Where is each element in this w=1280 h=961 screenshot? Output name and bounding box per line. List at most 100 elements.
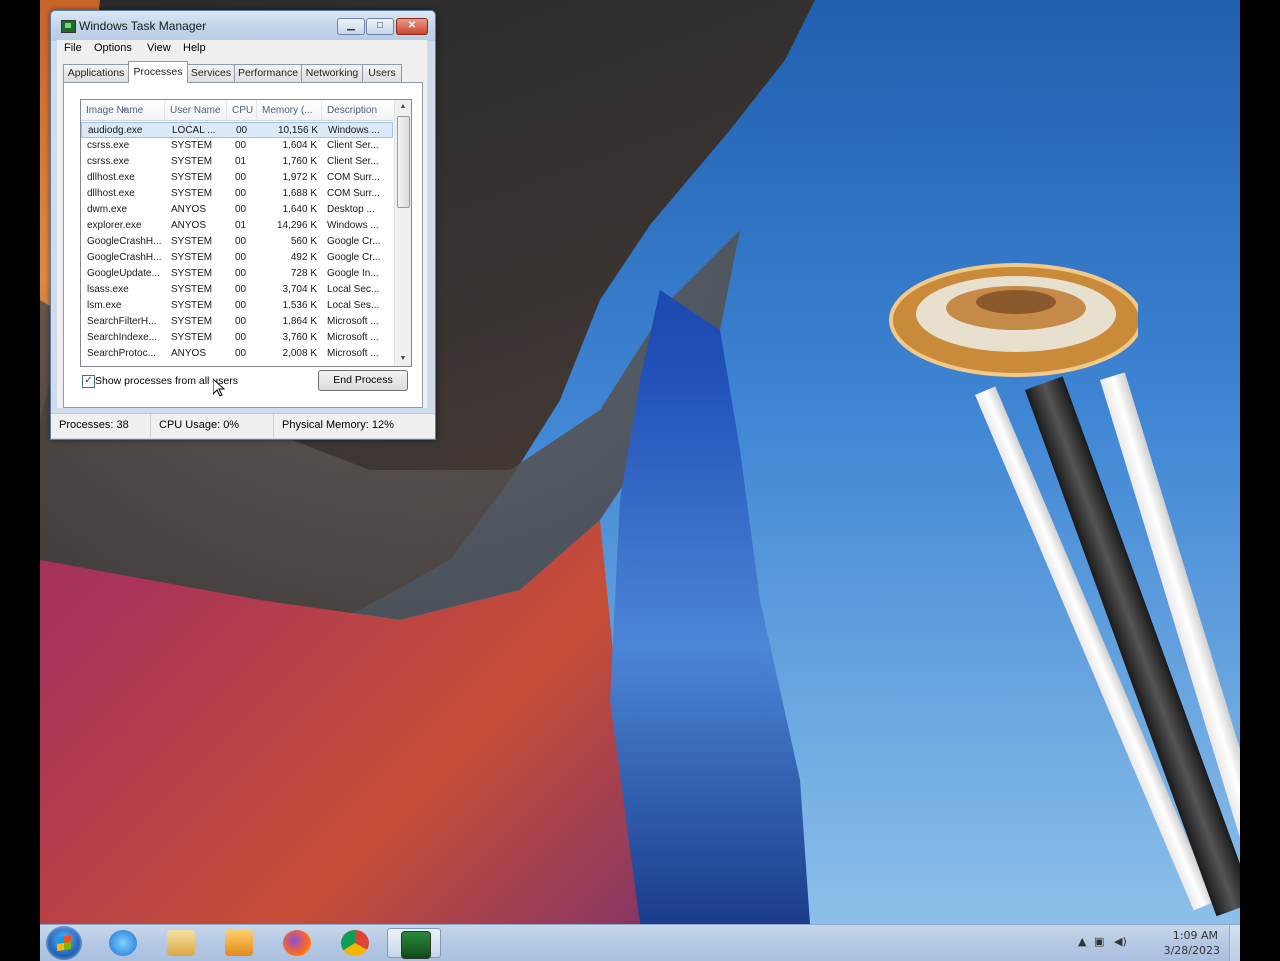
process-row[interactable]: GoogleUpdate... SYSTEM 00 728 K Google In... bbox=[81, 266, 393, 282]
menu-options[interactable]: Options bbox=[94, 42, 132, 54]
show-hidden-icons-chevron-icon[interactable]: ▲ bbox=[1078, 935, 1086, 948]
process-row[interactable]: audiodg.exe LOCAL ... 00 10,156 K Windows ..… bbox=[81, 122, 393, 138]
tab-services[interactable]: Services bbox=[187, 64, 235, 82]
process-memory-cell: 1,688 K bbox=[282, 188, 317, 199]
scroll-thumb[interactable] bbox=[397, 116, 410, 208]
clock-date[interactable]: 3/28/2023 bbox=[1164, 944, 1220, 957]
process-list-scrollbar[interactable]: ▲ ▼ bbox=[394, 100, 411, 366]
process-cpu-cell: 00 bbox=[235, 316, 247, 327]
sort-ascending-icon: ▲ bbox=[121, 106, 128, 113]
process-row[interactable]: SearchFilterH... SYSTEM 00 1,864 K Microsoft… bbox=[81, 314, 393, 330]
menu-help[interactable]: Help bbox=[183, 42, 206, 54]
menu-view[interactable]: View bbox=[147, 42, 171, 54]
scroll-down-arrow-icon[interactable]: ▼ bbox=[395, 352, 411, 366]
volume-icon[interactable]: ◀) bbox=[1114, 935, 1127, 948]
tab-applications[interactable]: Applications bbox=[63, 64, 129, 82]
process-user-cell: SYSTEM bbox=[171, 332, 213, 343]
clock-time[interactable]: 1:09 AM bbox=[1173, 929, 1218, 942]
network-icon[interactable]: ▣ bbox=[1094, 935, 1104, 948]
windows-explorer-icon[interactable] bbox=[156, 928, 206, 958]
tab-processes[interactable]: Processes bbox=[128, 61, 188, 83]
process-memory-cell: 492 K bbox=[290, 252, 317, 263]
process-row[interactable]: explorer.exe ANYOS 01 14,296 K Windows ... bbox=[81, 218, 393, 234]
process-image-name-cell: lsass.exe bbox=[87, 284, 129, 295]
start-orb[interactable] bbox=[46, 926, 82, 960]
show-desktop-button[interactable] bbox=[1229, 925, 1240, 961]
process-user-cell: ANYOS bbox=[171, 204, 207, 215]
process-user-cell: SYSTEM bbox=[171, 236, 213, 247]
process-row[interactable]: lsass.exe SYSTEM 00 3,704 K Local Sec... bbox=[81, 282, 393, 298]
process-row[interactable]: dllhost.exe SYSTEM 00 1,972 K COM Surr... bbox=[81, 170, 393, 186]
column-description[interactable]: Description bbox=[322, 100, 393, 120]
show-all-users-checkbox[interactable]: ✓ bbox=[82, 375, 95, 388]
process-memory-cell: 1,536 K bbox=[282, 300, 317, 311]
column-memory[interactable]: Memory (... bbox=[257, 100, 322, 120]
process-image-name-cell: csrss.exe bbox=[87, 140, 130, 151]
chrome-icon[interactable] bbox=[330, 928, 380, 958]
process-image-name-cell: SearchProtoc... bbox=[87, 348, 156, 359]
process-image-name-cell: dllhost.exe bbox=[87, 188, 135, 199]
task-manager-taskbar-button[interactable] bbox=[387, 928, 441, 959]
process-user-cell: SYSTEM bbox=[171, 268, 213, 279]
process-description-cell: Google Cr... bbox=[327, 252, 381, 263]
process-image-name-cell: csrss.exe bbox=[87, 156, 130, 167]
process-cpu-cell: 00 bbox=[236, 125, 248, 136]
status-physical-memory: Physical Memory: 12% bbox=[282, 419, 394, 431]
firefox-icon[interactable] bbox=[272, 928, 322, 958]
process-row[interactable]: lsm.exe SYSTEM 00 1,536 K Local Ses... bbox=[81, 298, 393, 314]
title-bar[interactable]: Windows Task Manager ▁ □ ✕ bbox=[51, 11, 435, 41]
process-row[interactable]: SearchProtoc... ANYOS 00 2,008 K Microsoft .… bbox=[81, 346, 393, 362]
process-description-cell: Windows ... bbox=[327, 220, 379, 231]
minimize-button[interactable]: ▁ bbox=[337, 18, 365, 35]
column-cpu[interactable]: CPU bbox=[227, 100, 257, 120]
process-user-cell: SYSTEM bbox=[171, 172, 213, 183]
process-user-cell: SYSTEM bbox=[171, 300, 213, 311]
scroll-up-arrow-icon[interactable]: ▲ bbox=[395, 100, 411, 114]
process-memory-cell: 14,296 K bbox=[276, 220, 317, 231]
process-row[interactable]: csrss.exe SYSTEM 00 1,604 K Client Ser... bbox=[81, 138, 393, 154]
process-memory-cell: 1,760 K bbox=[282, 156, 317, 167]
process-image-name-cell: GoogleCrashH... bbox=[87, 252, 162, 263]
media-player-icon[interactable] bbox=[214, 928, 264, 958]
status-processes: Processes: 38 bbox=[51, 414, 151, 438]
internet-explorer-icon[interactable] bbox=[98, 928, 148, 958]
process-cpu-cell: 00 bbox=[235, 252, 247, 263]
process-cpu-cell: 00 bbox=[235, 204, 247, 215]
taskbar: ▲ ▣ ◀) 1:09 AM 3/28/2023 bbox=[40, 924, 1240, 961]
system-tray: ▲ ▣ ◀) 1:09 AM 3/28/2023 bbox=[1078, 925, 1228, 961]
process-cpu-cell: 00 bbox=[235, 172, 247, 183]
column-user-name[interactable]: User Name bbox=[165, 100, 227, 120]
process-list[interactable]: ▲ Image Name User Name CPU Memory (... D… bbox=[80, 99, 412, 367]
process-row[interactable]: csrss.exe SYSTEM 01 1,760 K Client Ser... bbox=[81, 154, 393, 170]
process-user-cell: SYSTEM bbox=[171, 140, 213, 151]
process-cpu-cell: 01 bbox=[235, 220, 247, 231]
process-row[interactable]: dwm.exe ANYOS 00 1,640 K Desktop ... bbox=[81, 202, 393, 218]
process-image-name-cell: audiodg.exe bbox=[88, 125, 143, 136]
process-user-cell: SYSTEM bbox=[171, 188, 213, 199]
end-process-button[interactable]: End Process bbox=[318, 370, 408, 391]
menu-file[interactable]: File bbox=[64, 42, 82, 54]
menu-bar: File Options View Help bbox=[57, 40, 427, 58]
process-description-cell: Windows ... bbox=[328, 125, 380, 136]
tab-networking[interactable]: Networking bbox=[301, 64, 363, 82]
tab-performance[interactable]: Performance bbox=[234, 64, 302, 82]
column-image-name[interactable]: ▲ Image Name bbox=[81, 100, 165, 120]
process-memory-cell: 1,864 K bbox=[282, 316, 317, 327]
process-image-name-cell: SearchIndexe... bbox=[87, 332, 158, 343]
process-row[interactable]: GoogleCrashH... SYSTEM 00 560 K Google Cr... bbox=[81, 234, 393, 250]
process-description-cell: Client Ser... bbox=[327, 156, 379, 167]
process-list-header: ▲ Image Name User Name CPU Memory (... D… bbox=[81, 100, 393, 121]
process-description-cell: COM Surr... bbox=[327, 172, 380, 183]
process-image-name-cell: dllhost.exe bbox=[87, 172, 135, 183]
process-description-cell: Client Ser... bbox=[327, 140, 379, 151]
process-cpu-cell: 00 bbox=[235, 284, 247, 295]
process-user-cell: ANYOS bbox=[171, 220, 207, 231]
maximize-button[interactable]: □ bbox=[366, 18, 394, 35]
tab-users[interactable]: Users bbox=[362, 64, 402, 82]
process-row[interactable]: GoogleCrashH... SYSTEM 00 492 K Google Cr... bbox=[81, 250, 393, 266]
process-cpu-cell: 00 bbox=[235, 140, 247, 151]
process-row[interactable]: SearchIndexe... SYSTEM 00 3,760 K Microsoft … bbox=[81, 330, 393, 346]
close-button[interactable]: ✕ bbox=[396, 18, 428, 35]
process-row[interactable]: dllhost.exe SYSTEM 00 1,688 K COM Surr... bbox=[81, 186, 393, 202]
process-user-cell: LOCAL ... bbox=[172, 125, 216, 136]
